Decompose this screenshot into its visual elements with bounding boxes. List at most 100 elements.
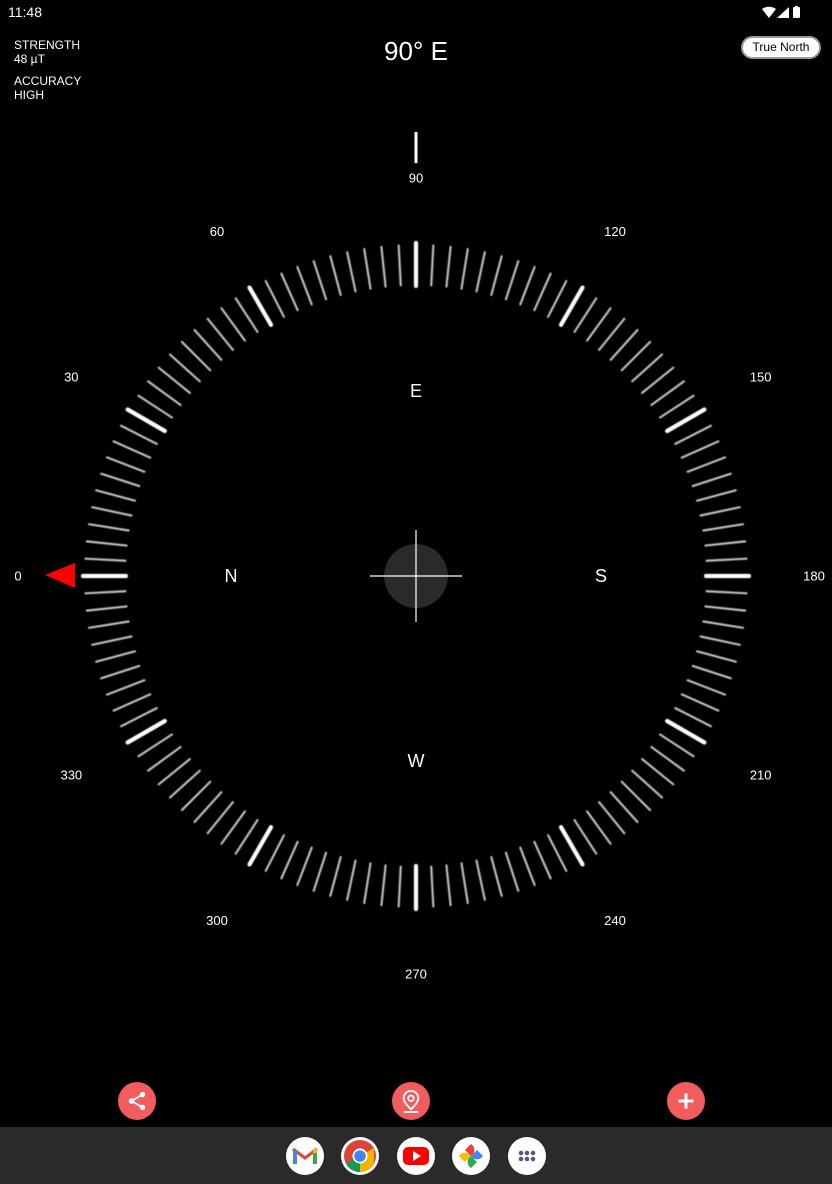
minor-tick <box>598 317 626 351</box>
minor-tick <box>573 297 598 334</box>
major-tick <box>247 285 274 327</box>
minor-tick <box>504 260 520 301</box>
minor-tick <box>180 340 212 372</box>
degree-label: 300 <box>206 913 228 928</box>
compass-dial[interactable]: 0 30 60 90 120 150 180 210 240 270 300 330 N E S W <box>0 0 832 1100</box>
minor-tick <box>585 810 612 845</box>
app-dock <box>0 1127 832 1184</box>
minor-tick <box>87 523 130 532</box>
minor-tick <box>91 635 133 646</box>
minor-tick <box>206 317 234 351</box>
minor-tick <box>234 297 259 334</box>
minor-tick <box>168 769 201 799</box>
minor-tick <box>312 260 328 301</box>
degree-label: 90 <box>409 171 423 186</box>
cardinal-label-n: N <box>225 566 238 586</box>
major-tick <box>558 285 585 327</box>
minor-tick <box>168 353 201 383</box>
minor-tick <box>490 855 503 897</box>
gmail-icon <box>292 1147 318 1164</box>
share-icon <box>128 1091 146 1111</box>
minor-tick <box>84 590 127 595</box>
degree-label: 120 <box>604 224 626 239</box>
minor-tick <box>609 791 639 824</box>
minor-tick <box>329 855 342 897</box>
minor-tick <box>85 540 128 547</box>
minor-tick <box>702 523 745 532</box>
minor-tick <box>430 865 435 908</box>
youtube-icon <box>403 1147 429 1165</box>
minor-tick <box>137 733 174 758</box>
minor-tick <box>691 472 732 488</box>
minor-tick <box>119 424 158 445</box>
cardinal-label-s: S <box>595 566 607 586</box>
minor-tick <box>84 557 127 562</box>
minor-tick <box>380 864 387 907</box>
photos-app[interactable] <box>452 1137 490 1175</box>
minor-tick <box>380 245 387 288</box>
major-tick <box>665 407 707 434</box>
cardinal-label-w: W <box>408 751 425 771</box>
minor-tick <box>680 440 720 459</box>
app-drawer[interactable] <box>508 1137 546 1175</box>
minor-tick <box>280 840 299 880</box>
minor-tick <box>705 590 748 595</box>
degree-label: 330 <box>60 768 82 783</box>
chrome-app[interactable] <box>341 1137 379 1175</box>
minor-tick <box>691 664 732 680</box>
minor-tick <box>397 865 402 908</box>
minor-tick <box>704 605 747 612</box>
minor-tick <box>346 251 357 293</box>
degree-label: 0 <box>14 569 21 584</box>
minor-tick <box>674 424 713 445</box>
minor-tick <box>95 650 137 663</box>
minor-tick <box>95 489 137 502</box>
minor-tick <box>460 862 469 905</box>
minor-tick <box>105 679 146 696</box>
degree-label: 150 <box>750 370 772 385</box>
location-button[interactable] <box>392 1082 430 1120</box>
major-tick <box>247 825 274 867</box>
cardinal-label-e: E <box>410 381 422 401</box>
major-tick <box>125 407 167 434</box>
minor-tick <box>445 864 452 907</box>
minor-tick <box>705 557 748 562</box>
minor-tick <box>100 664 141 680</box>
minor-tick <box>137 394 174 419</box>
minor-tick <box>193 791 223 824</box>
gmail-app[interactable] <box>286 1137 324 1175</box>
youtube-app[interactable] <box>397 1137 435 1175</box>
minor-tick <box>296 846 313 887</box>
minor-tick <box>641 758 675 786</box>
share-button[interactable] <box>118 1082 156 1120</box>
minor-tick <box>680 693 720 712</box>
minor-tick <box>157 758 191 786</box>
minor-tick <box>631 769 664 799</box>
minor-tick <box>547 834 568 873</box>
minor-tick <box>119 707 158 728</box>
chrome-icon <box>344 1140 376 1172</box>
minor-tick <box>234 818 259 855</box>
minor-tick <box>147 745 182 772</box>
minor-tick <box>650 745 685 772</box>
minor-tick <box>363 247 372 290</box>
minor-tick <box>650 380 685 407</box>
major-tick <box>125 718 167 745</box>
minor-tick <box>573 818 598 855</box>
major-tick <box>558 825 585 867</box>
minor-tick <box>695 489 737 502</box>
app-drawer-icon <box>518 1150 536 1162</box>
add-button[interactable] <box>667 1082 705 1120</box>
minor-tick <box>547 279 568 318</box>
minor-tick <box>206 801 234 835</box>
minor-tick <box>296 265 313 306</box>
minor-tick <box>695 650 737 663</box>
degree-label: 270 <box>405 967 427 982</box>
minor-tick <box>641 366 675 394</box>
minor-tick <box>105 456 146 473</box>
minor-tick <box>329 255 342 297</box>
minor-tick <box>658 394 695 419</box>
minor-tick <box>445 245 452 288</box>
minor-tick <box>686 456 727 473</box>
minor-tick <box>220 307 247 342</box>
